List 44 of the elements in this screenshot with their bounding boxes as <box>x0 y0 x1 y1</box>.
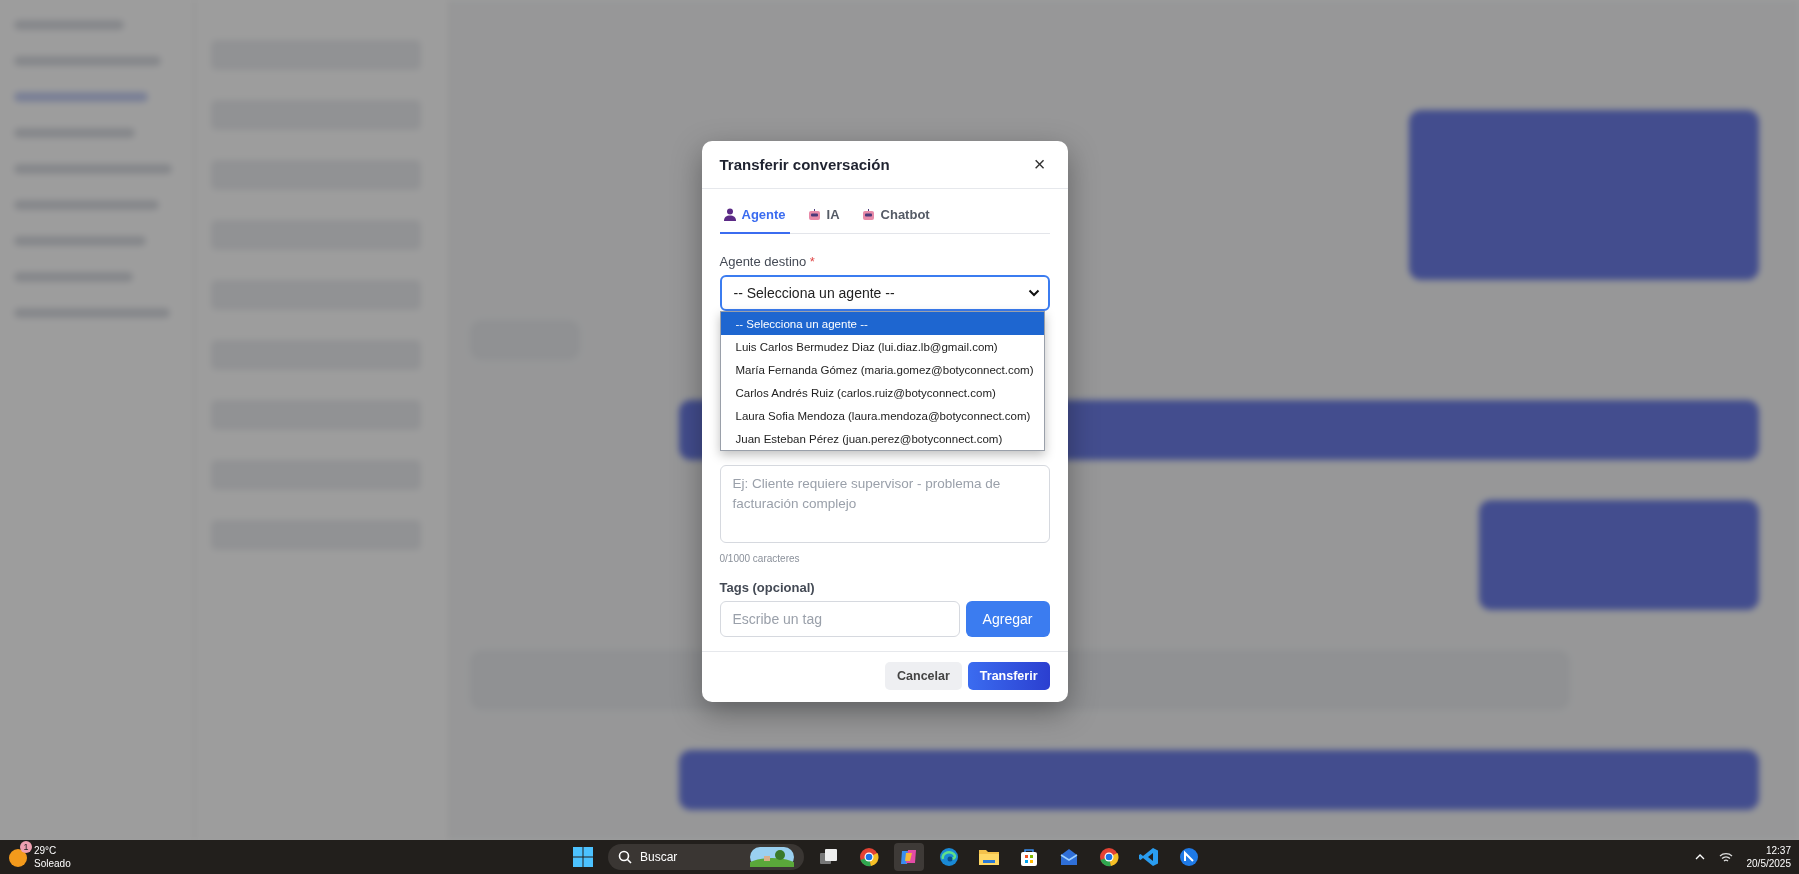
mail-icon[interactable] <box>1059 847 1079 867</box>
windows-start-icon[interactable] <box>573 847 593 867</box>
tab[interactable]: IA <box>803 199 844 234</box>
clock-time: 12:37 <box>1765 844 1791 857</box>
character-counter: 0/1000 caracteres <box>719 553 800 564</box>
dropdown-option[interactable]: Laura Sofia Mendoza (laura.mendoza@botyconnect.com) <box>720 404 1044 427</box>
search-icon <box>618 850 632 864</box>
edge-icon[interactable] <box>939 847 959 867</box>
app-icon[interactable] <box>1179 847 1199 867</box>
taskbar-search[interactable]: Buscar <box>608 844 804 870</box>
field-label: Agente destino * <box>719 254 816 269</box>
dropdown-option[interactable]: Carlos Andrés Ruiz (carlos.ruiz@botyconnect.com) <box>720 381 1044 404</box>
dropdown-option[interactable]: Juan Esteban Pérez (juan.perez@botyconnect.com) <box>720 427 1044 450</box>
notification-badge: 1 <box>20 841 32 853</box>
person-icon <box>723 208 736 221</box>
copilot-icon[interactable] <box>899 847 919 867</box>
browser-icon[interactable] <box>859 847 879 867</box>
robot-icon <box>861 208 875 221</box>
dropdown-option[interactable]: María Fernanda Gómez (maria.gomez@botyconnect.com) <box>720 358 1044 381</box>
code-editor-icon[interactable] <box>1139 847 1159 867</box>
dropdown-option[interactable]: Luis Carlos Bermudez Diaz (lui.diaz.lb@gmail.com) <box>720 335 1044 358</box>
store-icon[interactable] <box>1019 847 1039 867</box>
wifi-icon[interactable] <box>1718 851 1733 863</box>
dialog-title: Transferir conversación <box>719 156 890 173</box>
task-view-icon[interactable] <box>819 847 839 867</box>
transfer-button[interactable]: Transferir <box>967 662 1050 690</box>
reason-textarea[interactable]: Ej: Cliente requiere supervisor - problema de facturación complejo <box>719 465 1050 543</box>
dropdown-option[interactable]: -- Selecciona un agente -- <box>720 312 1044 335</box>
chevron-down-icon <box>1027 289 1040 297</box>
temperature: 29°C <box>34 844 58 857</box>
clock-date: 20/5/2025 <box>1746 857 1791 870</box>
close-button[interactable]: × <box>1029 153 1050 176</box>
agent-select[interactable]: -- Selecciona un agente -- <box>719 275 1050 311</box>
add-tag-button[interactable]: Agregar <box>965 601 1050 637</box>
cancel-button[interactable]: Cancelar <box>885 662 962 690</box>
tab[interactable]: Agente <box>719 199 790 234</box>
tag-input[interactable]: Escribe un tag <box>719 601 960 637</box>
tab[interactable]: Chatbot <box>857 199 934 234</box>
browser-icon[interactable] <box>1099 847 1119 867</box>
robot-icon <box>807 208 821 221</box>
weather-condition: Soleado <box>34 857 71 870</box>
field-label: Tags (opcional) <box>719 580 816 595</box>
folder-icon[interactable] <box>979 848 999 866</box>
chevron-up-icon[interactable] <box>1694 854 1705 860</box>
